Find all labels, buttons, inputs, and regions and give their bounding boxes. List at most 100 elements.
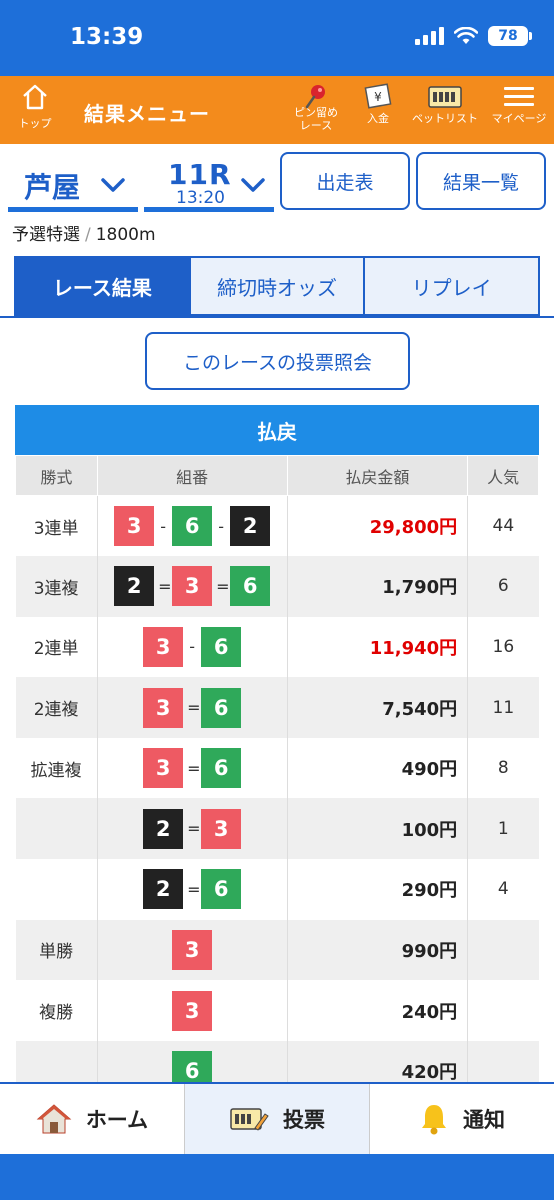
boat-number-badge: 2 xyxy=(143,869,184,910)
boat-number-badge: 6 xyxy=(201,626,242,667)
combination-boxes: 2 = 3 xyxy=(143,808,242,849)
bottom-nav-vote[interactable]: 投票 xyxy=(185,1084,370,1154)
bottom-nav: ホーム 投票 通知 xyxy=(0,1082,554,1154)
combination-boxes: 2 = 6 xyxy=(143,869,242,910)
bet-type: 2連単 xyxy=(15,616,98,678)
bet-list-label: ベットリスト xyxy=(412,112,478,125)
payout-row: 3連複 2 = 3 = 6 1,790円 6 xyxy=(15,556,539,617)
race-distance: 1800m xyxy=(95,225,156,245)
app-header: トップ 結果メニュー ピン留め レース ¥ 入金 ベットリスト マイページ xyxy=(0,76,554,144)
combination-separator: = xyxy=(187,698,201,718)
combination-boxes: 3-6-2 xyxy=(114,506,271,547)
popularity-rank: 4 xyxy=(467,859,539,920)
wifi-icon xyxy=(454,27,478,44)
header-combo: 組番 xyxy=(96,455,288,496)
deposit-button[interactable]: ¥ 入金 xyxy=(356,82,400,125)
combination-separator: - xyxy=(218,516,225,536)
combination-boxes: 3 xyxy=(172,990,213,1031)
pinned-races-label: ピン留め レース xyxy=(294,106,338,132)
combination-separator: = xyxy=(187,819,201,839)
payout-amount: 100円 xyxy=(287,798,469,860)
race-info: 予選特選/1800m xyxy=(12,225,156,245)
payout-row: 2 = 6 290円 4 xyxy=(15,859,539,920)
combination-separator: = xyxy=(187,758,201,778)
payout-header-row: 勝式 組番 払戻金額 人気 xyxy=(15,455,539,496)
page-title: 結果メニュー xyxy=(84,102,210,126)
popularity-rank xyxy=(467,980,539,1041)
combination-boxes: 3-6 xyxy=(143,626,242,667)
venue-selector[interactable]: 芦屋 xyxy=(8,158,138,212)
combination-separator: = xyxy=(216,576,230,596)
bottom-nav-home[interactable]: ホーム xyxy=(0,1084,185,1154)
boat-number-badge: 3 xyxy=(172,929,213,970)
results-list-button[interactable]: 結果一覧 xyxy=(416,152,546,210)
bet-list-button[interactable]: ベットリスト xyxy=(410,82,480,125)
boat-number-badge: 6 xyxy=(201,687,242,728)
tab-closing-odds[interactable]: 締切時オッズ xyxy=(191,258,366,314)
deposit-label: 入金 xyxy=(367,112,389,125)
bet-type xyxy=(15,859,98,920)
entry-table-button[interactable]: 出走表 xyxy=(280,152,410,210)
tab-race-result[interactable]: レース結果 xyxy=(16,258,191,314)
venue-name: 芦屋 xyxy=(24,171,81,204)
combination-boxes: 3 = 6 xyxy=(143,748,242,789)
boat-number-badge: 3 xyxy=(143,748,184,789)
bottom-nav-notify[interactable]: 通知 xyxy=(370,1084,554,1154)
bet-type: 2連複 xyxy=(15,677,98,738)
bottom-nav-home-label: ホーム xyxy=(85,1108,149,1132)
combination: 3 = 6 xyxy=(97,677,288,738)
payout-row: 単勝 3 990円 xyxy=(15,919,539,981)
combination: 3 xyxy=(97,919,288,981)
popularity-rank: 16 xyxy=(467,616,539,678)
boat-number-badge: 3 xyxy=(172,990,213,1031)
boat-number-badge: 6 xyxy=(172,506,213,547)
bottom-nav-notify-label: 通知 xyxy=(463,1108,505,1132)
boat-number-badge: 6 xyxy=(201,869,242,910)
status-time: 13:39 xyxy=(70,24,144,50)
combination-boxes: 3 = 6 xyxy=(143,687,242,728)
combination-separator: - xyxy=(189,637,196,657)
combination-boxes: 3 xyxy=(172,929,213,970)
payout-row: 複勝 3 240円 xyxy=(15,980,539,1041)
boat-number-badge: 3 xyxy=(143,687,184,728)
bet-type: 拡連複 xyxy=(15,737,98,799)
vote-inquiry-button[interactable]: このレースの投票照会 xyxy=(145,332,410,390)
race-selector[interactable]: 11R 13:20 xyxy=(144,158,274,212)
popularity-rank: 8 xyxy=(467,737,539,799)
bet-type: 複勝 xyxy=(15,980,98,1041)
boat-number-badge: 3 xyxy=(172,566,213,607)
race-number: 11R xyxy=(168,158,232,191)
mypage-button[interactable]: マイページ xyxy=(488,82,550,125)
header-type: 勝式 xyxy=(15,455,98,496)
payout-amount: 7,540円 xyxy=(287,677,469,738)
house-icon xyxy=(36,1104,72,1134)
race-grade: 予選特選 xyxy=(12,225,80,245)
bet-type: 3連複 xyxy=(15,556,98,617)
tab-replay[interactable]: リプレイ xyxy=(365,258,538,314)
payout-amount: 290円 xyxy=(287,859,469,920)
yen-ticket-icon: ¥ xyxy=(364,83,392,109)
bottom-home-indicator-band xyxy=(0,1154,554,1200)
payout-amount: 11,940円 xyxy=(287,616,469,678)
popularity-rank xyxy=(467,919,539,981)
payout-amount: 29,800円 xyxy=(287,495,469,557)
svg-text:¥: ¥ xyxy=(374,90,382,104)
chevron-down-icon xyxy=(101,178,125,192)
pinned-races-button[interactable]: ピン留め レース xyxy=(284,82,348,132)
combination-boxes: 2 = 3 = 6 xyxy=(114,566,271,607)
battery-icon: 78 xyxy=(488,26,532,46)
combination: 3-6-2 xyxy=(97,495,288,557)
combination-separator: = xyxy=(187,879,201,899)
bottom-nav-vote-label: 投票 xyxy=(283,1108,325,1132)
combination: 3 xyxy=(97,980,288,1041)
ticket-pencil-icon xyxy=(230,1108,269,1131)
top-home-button[interactable]: トップ xyxy=(12,82,58,131)
combination: 3 = 6 xyxy=(97,737,288,799)
combination: 2 = 3 = 6 xyxy=(97,556,288,617)
boat-number-badge: 6 xyxy=(230,566,271,607)
popularity-rank: 1 xyxy=(467,798,539,860)
chevron-down-icon xyxy=(241,178,265,192)
ticket-list-icon xyxy=(428,86,462,108)
header-popularity: 人気 xyxy=(467,455,539,496)
popularity-rank: 6 xyxy=(467,556,539,617)
